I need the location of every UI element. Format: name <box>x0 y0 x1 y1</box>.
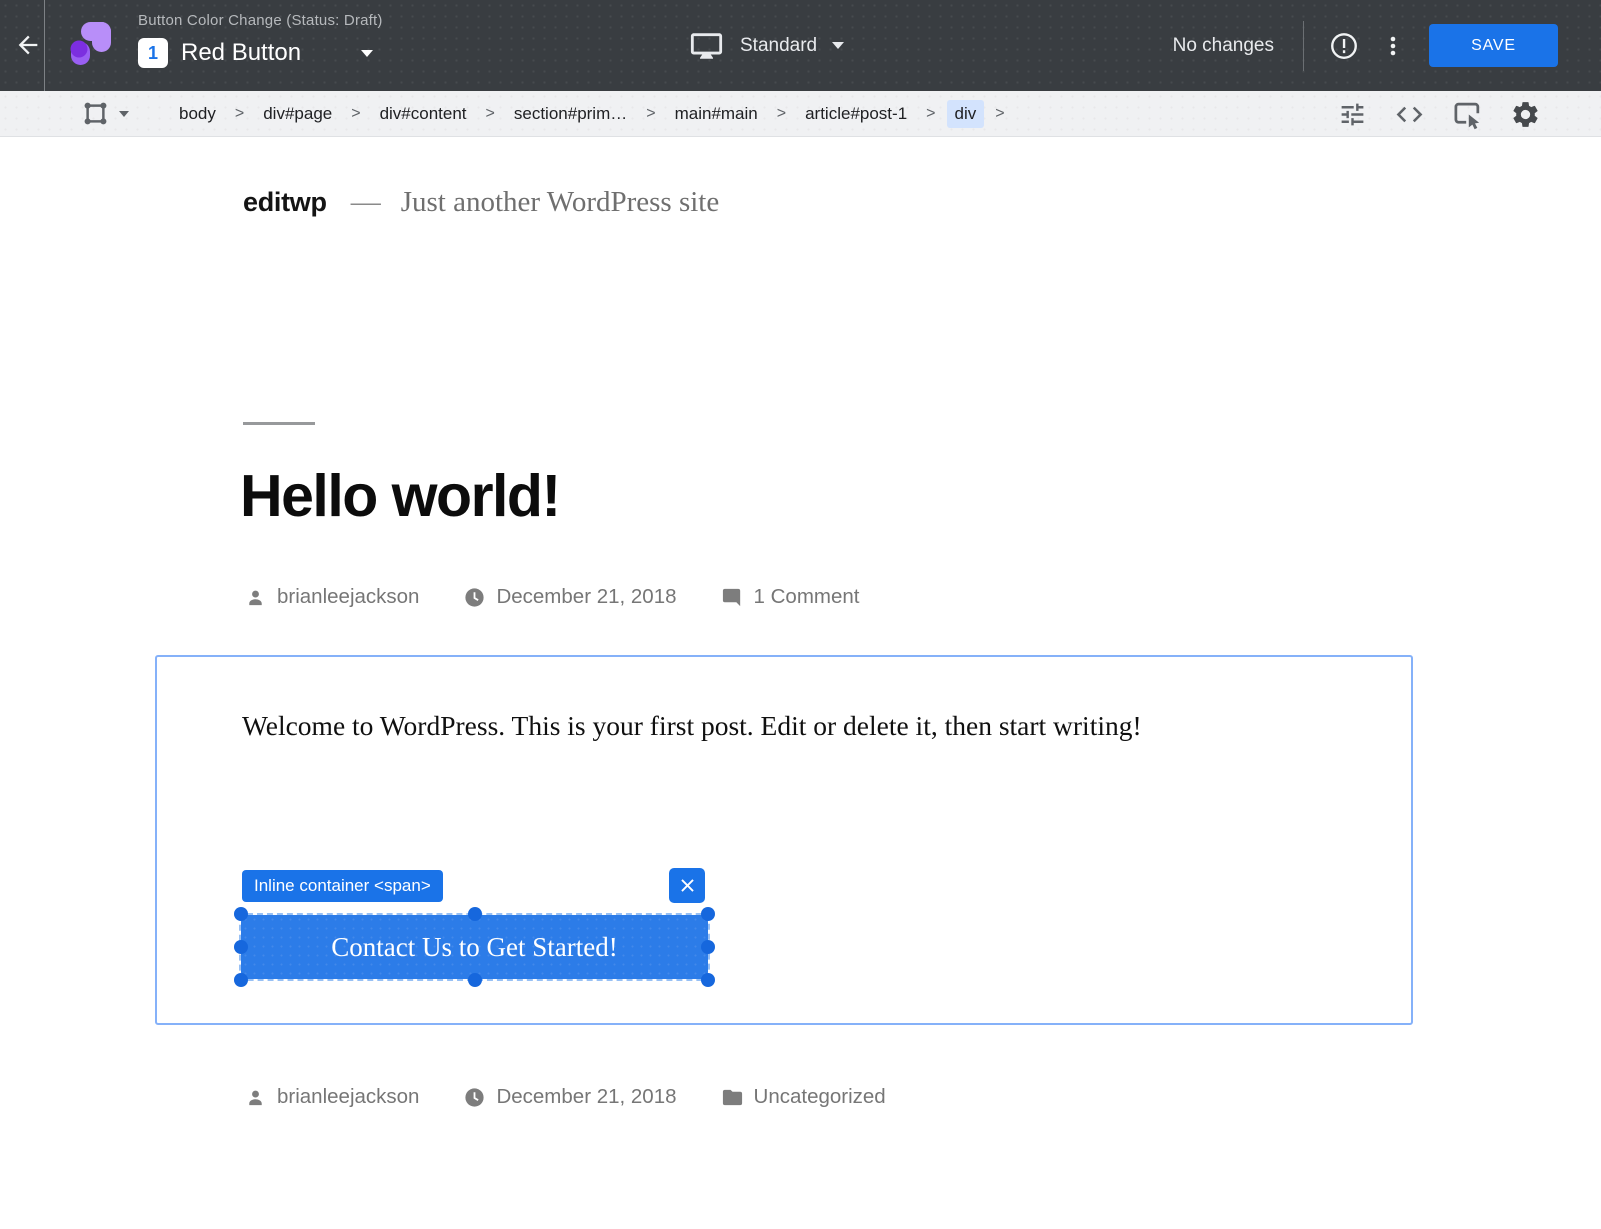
header-divider <box>44 0 45 91</box>
selected-content-block[interactable]: Welcome to WordPress. This is your first… <box>155 655 1413 1025</box>
save-button[interactable]: SAVE <box>1429 24 1558 67</box>
device-dropdown-caret-icon <box>832 42 844 49</box>
experiment-title: Button Color Change (Status: Draft) <box>138 12 383 29</box>
device-mode-selector[interactable]: Standard <box>688 0 844 91</box>
selection-frame-icon <box>82 100 109 127</box>
clock-icon <box>463 1086 486 1109</box>
post-date[interactable]: December 21, 2018 <box>463 585 676 609</box>
breadcrumb-item-body[interactable]: body <box>171 100 224 128</box>
comment-icon <box>721 586 744 609</box>
back-arrow-icon[interactable] <box>14 31 42 59</box>
site-header: editwp — Just another WordPress site <box>243 185 719 219</box>
selection-tag-label: Inline container <span> <box>242 870 443 902</box>
post-comments[interactable]: 1 Comment <box>721 585 860 609</box>
overflow-menu-icon[interactable] <box>1381 31 1405 61</box>
person-icon <box>244 586 267 609</box>
close-icon <box>678 876 697 895</box>
variant-name: Red Button <box>181 39 301 67</box>
variant-number-badge: 1 <box>138 38 168 68</box>
resize-handle-top-right[interactable] <box>701 907 715 921</box>
post-author[interactable]: brianleejackson <box>244 585 419 609</box>
breadcrumb-separator: > <box>777 105 786 123</box>
footer-author[interactable]: brianleejackson <box>244 1085 419 1109</box>
variant-selector[interactable]: 1 Red Button <box>138 38 383 68</box>
breadcrumb-item-div-content[interactable]: div#content <box>372 100 475 128</box>
footer-date[interactable]: December 21, 2018 <box>463 1085 676 1109</box>
alert-icon[interactable] <box>1329 31 1359 61</box>
selection-frame-tool[interactable] <box>82 100 129 127</box>
monitor-icon <box>688 29 725 63</box>
variant-dropdown-caret-icon[interactable] <box>361 50 373 57</box>
resize-handle-top-middle[interactable] <box>468 907 482 921</box>
folder-icon <box>721 1086 744 1109</box>
tune-icon[interactable] <box>1338 100 1367 129</box>
settings-gear-icon[interactable] <box>1510 99 1541 130</box>
breadcrumb: body > div#page > div#content > section#… <box>171 100 1016 128</box>
breadcrumb-item-div-selected[interactable]: div <box>947 100 985 128</box>
site-canvas: editwp — Just another WordPress site Hel… <box>0 137 1601 1229</box>
experiment-meta: Button Color Change (Status: Draft) 1 Re… <box>138 12 383 68</box>
element-breadcrumb-bar: body > div#page > div#content > section#… <box>0 91 1601 137</box>
resize-handle-bottom-right[interactable] <box>701 973 715 987</box>
clock-icon <box>463 586 486 609</box>
select-element-icon[interactable] <box>1452 99 1483 130</box>
post-title: Hello world! <box>240 462 560 530</box>
breadcrumb-item-div-page[interactable]: div#page <box>255 100 340 128</box>
changes-status: No changes <box>1173 35 1274 57</box>
resize-handle-middle-right[interactable] <box>701 940 715 954</box>
editor-header: Button Color Change (Status: Draft) 1 Re… <box>0 0 1601 91</box>
cta-button[interactable]: Contact Us to Get Started! <box>241 915 708 979</box>
breadcrumb-item-main[interactable]: main#main <box>667 100 766 128</box>
breadcrumb-separator: > <box>351 105 360 123</box>
footer-date-text: December 21, 2018 <box>496 1085 676 1109</box>
breadcrumb-separator: > <box>486 105 495 123</box>
post-author-name: brianleejackson <box>277 585 419 609</box>
post-date-text: December 21, 2018 <box>496 585 676 609</box>
post-divider-line <box>243 422 315 425</box>
frame-tool-caret-icon[interactable] <box>119 111 129 117</box>
post-body-paragraph[interactable]: Welcome to WordPress. This is your first… <box>242 697 1292 755</box>
person-icon <box>244 1086 267 1109</box>
close-selection-button[interactable] <box>669 868 705 903</box>
resize-handle-middle-left[interactable] <box>234 940 248 954</box>
post-meta: brianleejackson December 21, 2018 1 Comm… <box>244 585 859 609</box>
footer-category[interactable]: Uncategorized <box>721 1085 886 1109</box>
breadcrumb-separator: > <box>646 105 655 123</box>
post-footer-meta: brianleejackson December 21, 2018 Uncate… <box>244 1085 886 1109</box>
breadcrumb-item-article[interactable]: article#post-1 <box>797 100 915 128</box>
breadcrumb-separator: > <box>926 105 935 123</box>
breadcrumb-item-section-primary[interactable]: section#prim… <box>506 100 635 128</box>
breadcrumb-separator: > <box>235 105 244 123</box>
actions-divider <box>1303 21 1304 71</box>
site-title[interactable]: editwp <box>243 187 327 218</box>
footer-category-text: Uncategorized <box>754 1085 886 1109</box>
optimize-logo-icon <box>68 16 114 68</box>
resize-handle-bottom-middle[interactable] <box>468 973 482 987</box>
footer-author-name: brianleejackson <box>277 1085 419 1109</box>
post-comments-text: 1 Comment <box>754 585 860 609</box>
code-icon[interactable] <box>1394 99 1425 130</box>
site-tagline: Just another WordPress site <box>401 186 720 219</box>
breadcrumb-separator: > <box>995 105 1004 123</box>
selected-button-wrapper[interactable]: Contact Us to Get Started! <box>241 915 708 979</box>
header-actions: No changes SAVE <box>1173 0 1558 91</box>
device-mode-label: Standard <box>740 35 817 57</box>
site-title-separator: — <box>351 185 381 219</box>
element-bar-actions <box>1338 91 1541 137</box>
resize-handle-bottom-left[interactable] <box>234 973 248 987</box>
resize-handle-top-left[interactable] <box>234 907 248 921</box>
